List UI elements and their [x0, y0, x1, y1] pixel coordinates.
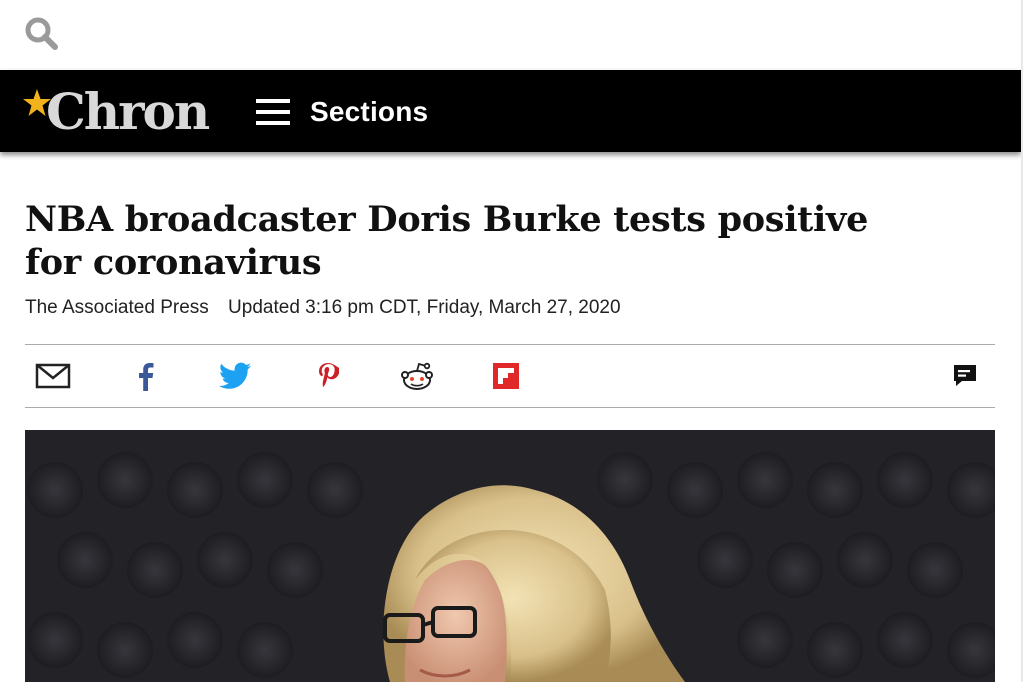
article-headline: NBA broadcaster Doris Burke tests positi… [25, 199, 869, 283]
reddit-icon[interactable] [399, 359, 435, 393]
masthead: Chron Sections [0, 70, 1021, 152]
chron-logo[interactable]: Chron [22, 82, 210, 141]
sections-label: Sections [310, 96, 429, 127]
email-icon[interactable] [35, 359, 71, 393]
facebook-icon[interactable] [127, 359, 163, 393]
flipboard-icon[interactable] [488, 359, 524, 393]
hero-image[interactable] [25, 430, 995, 682]
twitter-icon[interactable] [217, 359, 253, 393]
byline: The Associated Press Updated 3:16 pm CDT… [25, 297, 621, 319]
sections-menu-button[interactable]: Sections [256, 94, 428, 130]
top-bar [0, 0, 1023, 70]
logo-text: Chron [46, 82, 210, 141]
photo-woman-blonde-glasses [25, 430, 995, 682]
pinterest-icon[interactable] [310, 359, 346, 393]
author-name[interactable]: The Associated Press [25, 297, 209, 318]
comment-icon[interactable] [947, 359, 983, 393]
updated-timestamp: Updated 3:16 pm CDT, Friday, March 27, 2… [228, 297, 621, 318]
hamburger-icon [256, 99, 290, 125]
share-bar [25, 344, 995, 408]
search-icon[interactable] [24, 16, 60, 52]
